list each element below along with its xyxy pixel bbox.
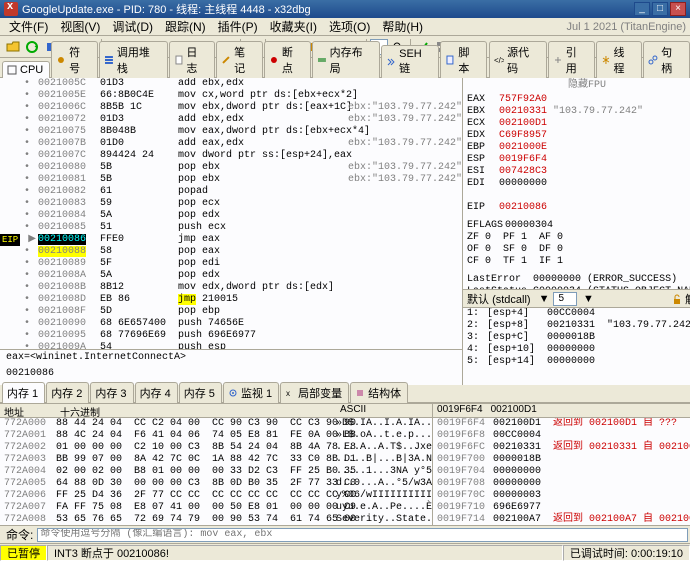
tab-log[interactable]: 日志	[169, 41, 216, 78]
menu-plugins[interactable]: 插件(P)	[213, 17, 263, 36]
menu-help[interactable]: 帮助(H)	[377, 17, 428, 36]
tab-cpu[interactable]: CPU	[2, 61, 50, 78]
minimize-button[interactable]: _	[634, 2, 650, 16]
menu-file[interactable]: 文件(F)	[4, 17, 53, 36]
titlebar: GoogleUpdate.exe - PID: 780 - 线程: 主线程 44…	[0, 0, 690, 18]
tab-dump3[interactable]: 内存 3	[90, 382, 133, 403]
unlock-button[interactable]: 解锁	[685, 291, 690, 307]
tab-dump4[interactable]: 内存 4	[135, 382, 178, 403]
stack-view[interactable]: 0019F6F4002100D1返回到 002100D1 自 ???0019F6…	[433, 418, 690, 525]
arg-count-combo[interactable]: 5	[553, 292, 577, 306]
args-view[interactable]: 1:[esp+4]00CC00042:[esp+8]00210331"103.7…	[463, 307, 690, 385]
tab-callstack[interactable]: 调用堆栈	[99, 41, 168, 78]
dump-tabstrip: 内存 1 内存 2 内存 3 内存 4 内存 5 监视 1 x局部变量 结构体	[0, 385, 690, 403]
tab-symbols[interactable]: 符号	[51, 41, 98, 78]
cmd-label: 命令:	[2, 526, 37, 543]
menu-view[interactable]: 视图(V)	[55, 17, 105, 36]
status-info: INT3 断点于 00210086!	[47, 545, 563, 561]
menubar: 文件(F) 视图(V) 调试(D) 跟踪(N) 插件(P) 收藏夹(I) 选项(…	[0, 18, 690, 36]
stack-header: 0019F6F4002100D1	[433, 404, 690, 418]
dump-header: 地址 十六进制 ASCII	[0, 404, 432, 418]
tab-locals[interactable]: x局部变量	[280, 382, 349, 403]
tab-threads[interactable]: 线程	[596, 41, 643, 78]
tab-source[interactable]: </>源代码	[489, 41, 547, 78]
menu-trace[interactable]: 跟踪(N)	[160, 17, 211, 36]
build-date: Jul 1 2021 (TitanEngine)	[567, 21, 686, 33]
tab-watch1[interactable]: 监视 1	[223, 382, 279, 403]
command-bar: 命令:	[0, 525, 690, 543]
status-time: 已调试时间: 0:00:19:10	[563, 545, 690, 561]
tab-dump5[interactable]: 内存 5	[179, 382, 222, 403]
status-bar: 已暂停 INT3 断点于 00210086! 已调试时间: 0:00:19:10	[0, 543, 690, 561]
command-input[interactable]	[37, 528, 688, 542]
window-title: GoogleUpdate.exe - PID: 780 - 线程: 主线程 44…	[22, 1, 311, 17]
dump-view[interactable]: 772A00088 44 24 04 CC C2 04 00 CC 90 C3 …	[0, 418, 432, 525]
close-button[interactable]: ×	[670, 2, 686, 16]
tab-struct[interactable]: 结构体	[350, 382, 408, 403]
menu-favorites[interactable]: 收藏夹(I)	[265, 17, 322, 36]
tab-notes[interactable]: 笔记	[216, 41, 263, 78]
main-tabstrip: CPU 符号 调用堆栈 日志 笔记 断点 内存布局 SEH链 脚本 </>源代码…	[0, 58, 690, 78]
open-icon[interactable]	[4, 38, 22, 55]
disasm-view[interactable]: • 0021005C01D3 add ebx,edx• 0021005E66:8…	[0, 78, 462, 349]
callconv-label[interactable]: 默认 (stdcall)	[467, 291, 531, 307]
tab-seh[interactable]: SEH链	[381, 45, 439, 78]
hide-fpu-link[interactable]: 隐藏FPU	[467, 80, 690, 92]
tab-dump1[interactable]: 内存 1	[2, 382, 45, 403]
svg-text:</>: </>	[494, 56, 504, 65]
info-bar: eax=<wininet.InternetConnectA> 00210086	[0, 349, 462, 385]
tab-script[interactable]: 脚本	[440, 41, 487, 78]
restart-icon[interactable]	[23, 38, 41, 55]
menu-debug[interactable]: 调试(D)	[107, 17, 158, 36]
menu-options[interactable]: 选项(O)	[324, 17, 375, 36]
tab-handles[interactable]: 句柄	[643, 41, 690, 78]
tab-memory[interactable]: 内存布局	[312, 41, 381, 78]
register-view[interactable]: 隐藏FPU EAX757F92A0EBX00210331"103.79.77.2…	[463, 78, 690, 289]
maximize-button[interactable]: □	[652, 2, 668, 16]
svg-text:x: x	[286, 389, 290, 398]
tab-breakpoints[interactable]: 断点	[264, 41, 311, 78]
app-icon	[4, 2, 18, 16]
args-tab-bar: 默认 (stdcall) ▼ 5 ▼ 解锁	[463, 289, 690, 307]
unlock-icon	[671, 293, 683, 305]
tab-dump2[interactable]: 内存 2	[46, 382, 89, 403]
status-paused: 已暂停	[0, 545, 47, 561]
tab-ref[interactable]: 引用	[548, 41, 595, 78]
